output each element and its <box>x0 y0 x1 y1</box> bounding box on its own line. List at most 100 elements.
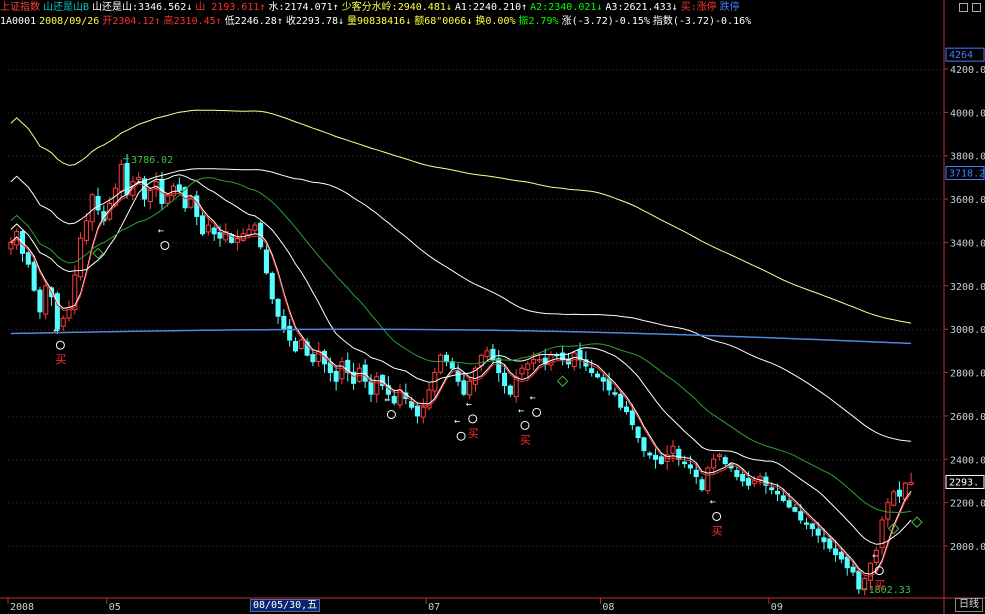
grid-dot <box>824 459 825 461</box>
grid-dot <box>940 459 941 461</box>
grid-dot <box>240 545 241 547</box>
grid-dot <box>348 545 349 547</box>
grid-dot <box>812 545 813 547</box>
grid-dot <box>692 329 693 331</box>
grid-dot <box>512 459 513 461</box>
grid-dot <box>508 502 509 504</box>
grid-dot <box>732 372 733 374</box>
grid-dot <box>776 545 777 547</box>
grid-dot <box>884 329 885 331</box>
grid-dot <box>16 415 17 417</box>
grid-dot <box>820 199 821 201</box>
grid-dot <box>804 415 805 417</box>
grid-dot <box>204 69 205 71</box>
grid-dot <box>472 545 473 547</box>
grid-dot <box>620 242 621 244</box>
grid-dot <box>836 285 837 287</box>
grid-dot <box>92 415 93 417</box>
grid-dot <box>296 285 297 287</box>
grid-dot <box>900 69 901 71</box>
grid-dot <box>132 112 133 114</box>
grid-dot <box>184 545 185 547</box>
grid-dot <box>876 242 877 244</box>
grid-dot <box>652 242 653 244</box>
grid-dot <box>752 415 753 417</box>
grid-dot <box>256 459 257 461</box>
grid-dot <box>796 199 797 201</box>
grid-dot <box>552 415 553 417</box>
grid-dot <box>668 112 669 114</box>
grid-dot <box>276 502 277 504</box>
grid-dot <box>216 502 217 504</box>
grid-dot <box>360 242 361 244</box>
grid-dot <box>600 242 601 244</box>
grid-dot <box>756 199 757 201</box>
grid-dot <box>112 372 113 374</box>
grid-dot <box>248 242 249 244</box>
grid-dot <box>604 459 605 461</box>
grid-dot <box>220 155 221 157</box>
grid-dot <box>936 459 937 461</box>
grid-dot <box>488 199 489 201</box>
grid-dot <box>760 69 761 71</box>
grid-dot <box>780 502 781 504</box>
grid-dot <box>812 459 813 461</box>
grid-dot <box>84 415 85 417</box>
grid-dot <box>940 69 941 71</box>
grid-dot <box>468 545 469 547</box>
grid-dot <box>732 545 733 547</box>
grid-dot <box>764 372 765 374</box>
grid-dot <box>604 69 605 71</box>
grid-dot <box>292 242 293 244</box>
grid-dot <box>308 199 309 201</box>
grid-dot <box>440 459 441 461</box>
grid-dot <box>188 372 189 374</box>
grid-dot <box>296 112 297 114</box>
grid-dot <box>904 199 905 201</box>
x-tick-label: 2008 <box>10 602 34 613</box>
grid-dot <box>920 242 921 244</box>
grid-dot <box>660 112 661 114</box>
grid-dot <box>912 155 913 157</box>
candlestick-chart[interactable]: 上证指数 山还是山B 山还是山:3346.562↓ 山 2193.611↑ 水:2174… <box>0 0 985 614</box>
grid-dot <box>828 459 829 461</box>
buy-signal-icon: 买 <box>55 353 66 366</box>
grid-dot <box>252 242 253 244</box>
grid-dot <box>116 372 117 374</box>
grid-dot <box>616 69 617 71</box>
grid-dot <box>344 199 345 201</box>
grid-dot <box>44 329 45 331</box>
grid-dot <box>20 199 21 201</box>
grid-dot <box>680 242 681 244</box>
grid-dot <box>928 242 929 244</box>
candle-body <box>658 456 664 465</box>
grid-dot <box>176 155 177 157</box>
grid-dot <box>132 502 133 504</box>
grid-dot <box>848 329 849 331</box>
grid-dot <box>576 459 577 461</box>
period-button[interactable]: 日线 <box>955 598 983 612</box>
grid-dot <box>340 545 341 547</box>
grid-dot <box>856 285 857 287</box>
grid-dot <box>464 155 465 157</box>
grid-dot <box>188 69 189 71</box>
grid-dot <box>480 415 481 417</box>
candle-body <box>252 224 258 231</box>
grid-dot <box>632 69 633 71</box>
grid-dot <box>464 199 465 201</box>
price-plot[interactable]: 2000.002200.002400.002600.002800.003000.… <box>0 0 985 614</box>
grid-dot <box>300 112 301 114</box>
grid-dot <box>264 155 265 157</box>
grid-dot <box>692 69 693 71</box>
ma45-line <box>10 168 912 442</box>
grid-dot <box>880 329 881 331</box>
grid-dot <box>344 69 345 71</box>
grid-dot <box>388 155 389 157</box>
grid-dot <box>696 329 697 331</box>
grid-dot <box>264 285 265 287</box>
grid-dot <box>836 502 837 504</box>
grid-dot <box>100 372 101 374</box>
grid-dot <box>624 372 625 374</box>
grid-dot <box>808 545 809 547</box>
grid-dot <box>468 459 469 461</box>
